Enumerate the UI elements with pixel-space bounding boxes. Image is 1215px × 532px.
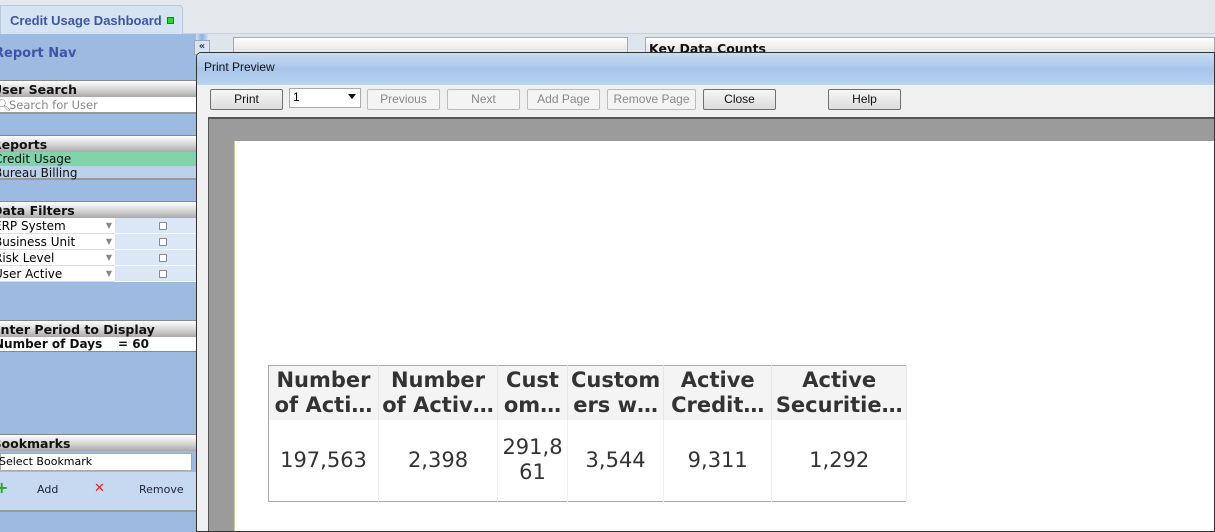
previous-button[interactable]: Previous (367, 89, 440, 110)
filter-label: User Active (0, 267, 63, 281)
report-item-credit-usage[interactable]: Credit Usage (0, 152, 196, 166)
table-cell: 3,544 (567, 419, 665, 502)
filter-checkbox[interactable] (159, 222, 167, 230)
period-value[interactable]: = 60 (118, 337, 149, 351)
nav-title: Report Nav (0, 46, 77, 61)
data-filters-header: Data Filters (0, 201, 196, 218)
filter-row[interactable]: ERP System ▼ (0, 218, 196, 234)
filter-checkbox[interactable] (159, 254, 167, 262)
table-cell: 2,398 (378, 419, 498, 502)
column-header: Number of Activ… (378, 365, 498, 420)
remove-icon[interactable]: ✕ (94, 481, 105, 496)
filter-row[interactable]: Risk Level ▼ (0, 250, 196, 266)
report-item-bureau-billing[interactable]: Bureau Billing (0, 166, 196, 180)
add-bookmark-button[interactable]: Add (37, 483, 58, 496)
remove-bookmark-button[interactable]: Remove (139, 483, 184, 496)
table-row: 197,563 2,398 291,8 61 3,544 9,311 1,292 (268, 419, 908, 502)
bookmarks-header: Bookmarks (0, 434, 196, 451)
key-data-table: Number of Acti… Number of Activ… Cust om… (268, 365, 908, 502)
preview-canvas[interactable]: Number of Acti… Number of Activ… Cust om… (208, 117, 1214, 531)
search-placeholder: Search for User (9, 98, 98, 112)
column-header: Custom ers w… (567, 365, 665, 420)
add-icon[interactable]: + (0, 478, 8, 497)
print-button[interactable]: Print (210, 89, 283, 110)
user-search-header: User Search (0, 80, 196, 97)
column-header: Number of Acti… (268, 365, 379, 420)
filter-label: Business Unit (0, 235, 76, 249)
filter-row[interactable]: Business Unit ▼ (0, 234, 196, 250)
remove-page-button[interactable]: Remove Page (607, 89, 696, 110)
filter-label: Risk Level (0, 251, 55, 265)
column-header: Cust om… (497, 365, 568, 420)
print-preview-dialog: Print Preview Print 1 Previous Next Add … (196, 52, 1215, 532)
table-cell: 197,563 (268, 419, 379, 502)
column-header: Active Securitie… (771, 365, 908, 420)
add-page-button[interactable]: Add Page (527, 89, 600, 110)
column-header: Active Credit… (663, 365, 773, 420)
tab-credit-usage-dashboard[interactable]: Credit Usage Dashboard (0, 5, 183, 35)
close-button[interactable]: Close (703, 89, 776, 110)
filter-checkbox[interactable] (159, 238, 167, 246)
report-nav-panel: Report Nav User Search 🔍︎ Search for Use… (0, 34, 196, 532)
period-header: Enter Period to Display (0, 320, 196, 337)
dialog-title: Print Preview (197, 53, 1214, 85)
user-search-input[interactable]: 🔍︎ Search for User (0, 97, 196, 114)
page-value: 1 (293, 90, 300, 104)
period-label: Number of Days (0, 337, 103, 351)
tab-label: Credit Usage Dashboard (10, 13, 162, 28)
status-indicator-icon (166, 17, 174, 24)
bookmark-actions: + Add ✕ Remove (0, 472, 196, 512)
page-select[interactable]: 1 (289, 88, 361, 108)
dropdown-arrow-icon (348, 94, 356, 99)
period-row[interactable]: Number of Days = 60 (0, 337, 196, 352)
filter-checkbox[interactable] (159, 270, 167, 278)
dialog-toolbar: Print 1 Previous Next Add Page Remove Pa… (197, 85, 1214, 115)
filter-row[interactable]: User Active ▼ (0, 266, 196, 282)
table-cell: 1,292 (771, 419, 908, 502)
bookmark-select[interactable]: Select Bookmark (0, 453, 192, 471)
help-button[interactable]: Help (828, 89, 901, 110)
reports-header: Reports (0, 135, 196, 152)
next-button[interactable]: Next (447, 89, 520, 110)
table-cell: 291,8 61 (497, 419, 568, 502)
table-cell: 9,311 (663, 419, 773, 502)
filter-label: ERP System (0, 219, 66, 233)
preview-page: Number of Acti… Number of Activ… Cust om… (234, 141, 1214, 531)
table-header-row: Number of Acti… Number of Activ… Cust om… (268, 365, 908, 420)
